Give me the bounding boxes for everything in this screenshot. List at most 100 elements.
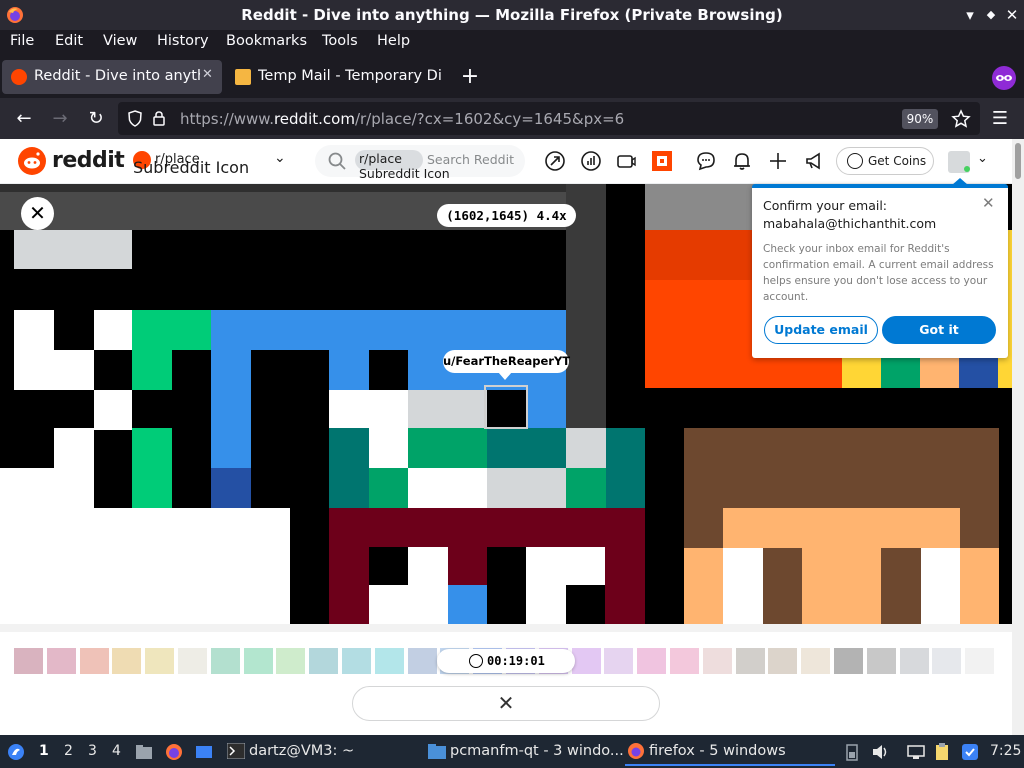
search-placeholder[interactable]: Search Reddit — [427, 152, 514, 167]
palette-swatch[interactable] — [210, 648, 240, 674]
reddit-logo-icon[interactable] — [18, 147, 46, 175]
popup-caret — [952, 178, 968, 185]
lock-icon[interactable] — [152, 110, 166, 127]
menu-edit[interactable]: Edit — [55, 33, 83, 49]
folder-icon — [428, 744, 446, 759]
shield-icon[interactable] — [128, 110, 142, 127]
url-text[interactable]: https://www.reddit.com/r/place/?cx=1602&… — [180, 110, 624, 128]
get-coins-button[interactable]: Get Coins — [836, 147, 934, 175]
palette-swatch[interactable] — [276, 648, 306, 674]
palette-swatch[interactable] — [112, 648, 142, 674]
popup-title: Confirm your email: — [763, 198, 888, 213]
got-it-button[interactable]: Got it — [882, 316, 996, 344]
palette-swatch[interactable] — [14, 648, 43, 674]
popup-close-icon[interactable]: ✕ — [982, 194, 995, 212]
bookmark-star-icon[interactable] — [951, 109, 971, 129]
workspace-3[interactable]: 3 — [88, 743, 97, 759]
workspace-4[interactable]: 4 — [112, 743, 121, 759]
palette-swatch[interactable] — [637, 648, 667, 674]
task-terminal[interactable]: dartz@VM3: ~ — [225, 737, 421, 766]
close-palette-button[interactable]: ✕ — [352, 686, 660, 721]
system-taskbar: 1 2 3 4 dartz@VM3: ~ pcmanfm-qt - 3 wind… — [0, 735, 1024, 768]
chevron-down-icon: ⌄ — [274, 150, 286, 166]
volume-icon[interactable] — [870, 742, 890, 762]
clipboard-icon[interactable] — [932, 742, 952, 762]
new-tab-button[interactable]: + — [459, 64, 481, 90]
url-bar[interactable]: https://www.reddit.com/r/place/?cx=1602&… — [118, 102, 980, 135]
tab-reddit[interactable]: Reddit - Dive into anything ✕ — [2, 60, 222, 94]
palette-swatch[interactable] — [243, 648, 273, 674]
palette-swatch[interactable] — [407, 648, 437, 674]
menu-view[interactable]: View — [103, 33, 137, 49]
tab-temp-mail[interactable]: Temp Mail - Temporary Disposable Email — [226, 60, 452, 94]
palette-swatch[interactable] — [768, 648, 798, 674]
palette-swatch[interactable] — [604, 648, 634, 674]
video-icon[interactable] — [615, 150, 637, 172]
search-bar[interactable]: r/place Subreddit Icon Search Reddit — [315, 145, 525, 181]
palette-swatch[interactable] — [801, 648, 831, 674]
menu-tools[interactable]: Tools — [322, 33, 358, 49]
tab-close-icon[interactable]: ✕ — [202, 67, 213, 82]
palette-swatch[interactable] — [965, 648, 995, 674]
palette-swatch[interactable] — [702, 648, 732, 674]
stats-icon[interactable] — [580, 150, 602, 172]
navigation-bar: ← → ↻ https://www.reddit.com/r/place/?cx… — [0, 98, 1024, 139]
zoom-level-badge[interactable]: 90% — [902, 109, 938, 129]
notification-bell-icon[interactable] — [731, 150, 753, 172]
timer-value: 00:19:01 — [487, 654, 545, 668]
palette-swatch[interactable] — [866, 648, 896, 674]
menu-bookmarks[interactable]: Bookmarks — [226, 33, 307, 49]
update-notifier-icon[interactable] — [960, 742, 980, 762]
menu-history[interactable]: History — [157, 33, 209, 49]
palette-swatch[interactable] — [670, 648, 699, 674]
palette-swatch[interactable] — [374, 648, 404, 674]
reload-icon[interactable]: ↻ — [84, 107, 108, 131]
update-email-button[interactable]: Update email — [764, 316, 878, 344]
close-window-button[interactable]: ✕ — [1002, 5, 1022, 25]
task-firefox-label: firefox - 5 windows — [649, 743, 786, 759]
palette-swatch[interactable] — [178, 648, 207, 674]
palette-swatch[interactable] — [834, 648, 863, 674]
maximize-button[interactable]: ◆ — [981, 5, 1001, 25]
advertise-megaphone-icon[interactable] — [803, 150, 825, 172]
page-scrollbar[interactable] — [1012, 139, 1024, 735]
popular-icon[interactable] — [544, 150, 566, 172]
file-manager-icon[interactable] — [134, 742, 154, 762]
create-post-plus-icon[interactable] — [767, 150, 789, 172]
minimize-button[interactable]: ▾ — [960, 5, 980, 25]
workspace-2[interactable]: 2 — [64, 743, 73, 759]
task-firefox[interactable]: firefox - 5 windows — [625, 737, 835, 766]
palette-swatch[interactable] — [46, 648, 76, 674]
palette-swatch[interactable] — [932, 648, 962, 674]
community-selector[interactable]: r/place Subreddit Icon ⌄ — [131, 147, 301, 177]
start-menu-icon[interactable] — [6, 742, 26, 762]
scrollbar-thumb[interactable] — [1015, 143, 1021, 179]
network-icon[interactable] — [906, 742, 926, 762]
system-clock[interactable]: 7:25 — [990, 743, 1021, 759]
palette-swatch[interactable] — [571, 648, 601, 674]
chat-icon[interactable] — [695, 150, 717, 172]
palette-swatch[interactable] — [899, 648, 929, 674]
forward-arrow-icon[interactable]: → — [48, 107, 72, 131]
hamburger-menu-icon[interactable]: ☰ — [988, 107, 1012, 131]
show-desktop-icon[interactable] — [194, 742, 214, 762]
palette-swatch[interactable] — [342, 648, 371, 674]
user-menu-chevron-down-icon[interactable]: ⌄ — [977, 151, 988, 166]
palette-swatch[interactable] — [735, 648, 765, 674]
clock-icon — [469, 654, 483, 668]
palette-swatch[interactable] — [145, 648, 175, 674]
palette-swatch[interactable] — [79, 648, 109, 674]
place-grid-icon[interactable] — [651, 150, 673, 172]
palette-swatch[interactable] — [309, 648, 339, 674]
firefox-launcher-icon[interactable] — [164, 742, 184, 762]
menu-help[interactable]: Help — [377, 33, 410, 49]
workspace-1[interactable]: 1 — [39, 743, 49, 759]
reddit-wordmark[interactable]: reddit — [52, 148, 125, 173]
close-canvas-button[interactable]: ✕ — [21, 197, 54, 230]
back-arrow-icon[interactable]: ← — [12, 107, 36, 131]
community-icon-alt-text: Subreddit Icon — [133, 158, 250, 177]
battery-icon[interactable] — [842, 742, 862, 762]
task-pcmanfm[interactable]: pcmanfm-qt - 3 windo... — [426, 737, 624, 766]
online-status-dot — [964, 166, 970, 172]
menu-file[interactable]: File — [10, 33, 34, 49]
